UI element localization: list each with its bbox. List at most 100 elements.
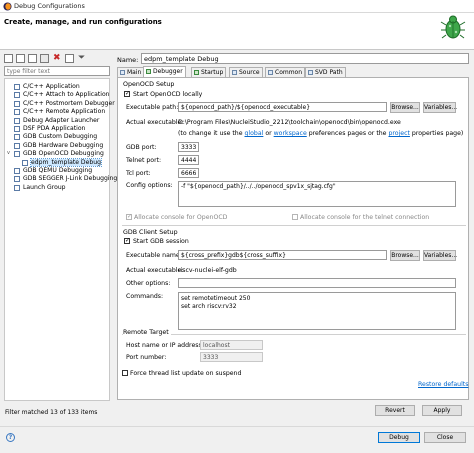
collapse-all-icon[interactable] [65, 54, 74, 63]
launch-type-icon [14, 92, 20, 99]
tree-item-label: DSF PDA Application [23, 125, 86, 132]
help-icon[interactable]: ? [6, 433, 15, 442]
tree-item-label: GDB SEGGER J-Link Debugging [23, 175, 118, 183]
tree-item-label: Debug Adapter Launcher [23, 116, 100, 124]
launch-type-icon [14, 126, 20, 132]
startup-tab-icon [194, 70, 199, 75]
launch-type-icon [14, 184, 20, 191]
port-label: Port number: [126, 354, 167, 361]
global-link[interactable]: global [244, 130, 263, 137]
debug-button[interactable]: Debug [378, 432, 420, 443]
svd-tab-icon [308, 70, 313, 75]
left-toolbar: ✖ ⏷ [3, 53, 111, 65]
other-options-label: Other options: [126, 280, 171, 287]
revert-button[interactable]: Revert [375, 405, 415, 416]
start-openocd-label: Start OpenOCD locally [133, 91, 203, 98]
tree-item-label: GDB OpenOCD Debugging [23, 150, 104, 158]
launch-type-icon [14, 134, 20, 141]
new-prototype-icon[interactable] [16, 54, 25, 63]
launch-type-icon [14, 84, 20, 90]
debugger-tab-icon [146, 69, 151, 74]
debugger-tab-panel: OpenOCD Setup Start OpenOCD locally Exec… [117, 77, 469, 400]
apply-button[interactable]: Apply [422, 405, 462, 416]
tree-item-label: edpm_template Debug [30, 157, 102, 167]
tree-item-label: C/C++ Remote Application [23, 108, 106, 116]
tree-item-label: C/C++ Postmortem Debugger [23, 99, 115, 107]
alloc-console-checkbox[interactable] [126, 213, 132, 220]
tree-item-label: C/C++ Attach to Application [23, 91, 110, 99]
tcl-port-field[interactable]: 6666 [178, 168, 199, 178]
actual-exe-label: Actual executable: [126, 119, 184, 126]
change-hint: (to change it use the global or workspac… [178, 130, 464, 137]
alloc-telnet-checkbox[interactable] [292, 214, 298, 220]
gdb-actual-exe-value: riscv-nuclei-elf-gdb [178, 267, 237, 274]
force-thread-checkbox[interactable] [122, 370, 128, 376]
exe-path-label: Executable path: [126, 104, 179, 111]
config-options-label: Config options: [126, 182, 173, 189]
openocd-browse-button[interactable]: Browse... [390, 102, 420, 113]
bottom-separator [0, 426, 474, 427]
other-options-field[interactable] [178, 278, 456, 288]
close-button[interactable]: Close [424, 432, 466, 443]
delete-icon[interactable]: ✖ [53, 53, 61, 63]
launch-type-icon [14, 142, 20, 149]
config-options-field[interactable]: -f "${openocd_path}/../../openocd_spv1x_… [178, 181, 456, 207]
alloc-telnet-label: Allocate console for the telnet connecti… [300, 214, 430, 221]
start-openocd-checkbox[interactable] [124, 90, 130, 97]
gdb-port-label: GDB port: [126, 144, 157, 151]
tree-item-label: Launch Group [23, 183, 66, 191]
source-tab-icon [232, 70, 237, 75]
commands-field[interactable]: set remotetimeout 250 set arch riscv:rv3… [178, 292, 456, 330]
name-field[interactable]: edpm_template Debug [141, 53, 469, 64]
dialog-banner: Create, manage, and run configurations [0, 13, 474, 50]
launch-type-icon [14, 117, 20, 124]
gdb-port-field[interactable]: 3333 [178, 142, 199, 152]
name-label: Name: [117, 56, 139, 64]
gdb-client-group-label: GDB Client Setup [123, 229, 178, 236]
gdb-variables-button[interactable]: Variables... [423, 250, 457, 261]
exe-path-field[interactable]: ${openocd_path}/${openocd_executable} [178, 102, 387, 112]
restore-defaults-link[interactable]: Restore defaults [418, 381, 468, 388]
tree-item-label: GDB Custom Debugging [23, 133, 98, 141]
remote-target-group-label: Remote Target [123, 329, 171, 336]
telnet-port-label: Telnet port: [126, 157, 162, 164]
tree-item-label: GDB QEMU Debugging [23, 167, 93, 174]
common-tab-icon [268, 70, 273, 75]
banner-title: Create, manage, and run configurations [4, 18, 162, 26]
window-title: Debug Configurations [14, 2, 85, 10]
gdb-exe-name-label: Executable name: [126, 252, 182, 259]
expand-toggle-icon[interactable]: v [7, 150, 10, 156]
commands-label: Commands: [126, 293, 164, 300]
tree-item-label: C/C++ Application [23, 83, 80, 90]
duplicate-icon[interactable] [28, 54, 37, 63]
openocd-group-label: OpenOCD Setup [123, 81, 175, 88]
launch-type-icon [14, 109, 20, 116]
separator [122, 225, 466, 226]
launch-type-icon [14, 100, 20, 107]
start-gdb-checkbox[interactable] [124, 237, 130, 244]
filter-icon[interactable]: ⏷ [78, 53, 85, 63]
export-icon[interactable] [40, 54, 49, 63]
new-config-icon[interactable] [4, 54, 13, 63]
project-link[interactable]: project [388, 130, 409, 137]
launch-type-icon [14, 151, 20, 158]
start-gdb-label: Start GDB session [133, 238, 189, 245]
launch-config-tree: C/C++ Application C/C++ Attach to Applica… [4, 78, 117, 401]
port-field[interactable]: 3333 [200, 352, 263, 362]
gdb-actual-exe-label: Actual executable: [126, 267, 184, 274]
workspace-link[interactable]: workspace [274, 130, 307, 137]
debug-bug-icon [440, 15, 466, 39]
main-tab-icon [120, 70, 125, 75]
host-field[interactable]: localhost [200, 340, 263, 350]
separator [122, 334, 466, 335]
launch-type-icon [14, 168, 20, 174]
force-thread-label: Force thread list update on suspend [130, 370, 242, 377]
gdb-browse-button[interactable]: Browse... [390, 250, 420, 261]
actual-exe-value: D:\Program Files\NucleiStudio_2212\toolc… [178, 119, 401, 126]
launch-type-icon [22, 159, 28, 166]
gdb-exe-name-field[interactable]: ${cross_prefix}gdb${cross_suffix} [178, 250, 387, 260]
filter-input[interactable]: type filter text [4, 66, 110, 76]
telnet-port-field[interactable]: 4444 [178, 155, 199, 165]
openocd-variables-button[interactable]: Variables... [423, 102, 457, 113]
tcl-port-label: Tcl port: [126, 170, 151, 177]
